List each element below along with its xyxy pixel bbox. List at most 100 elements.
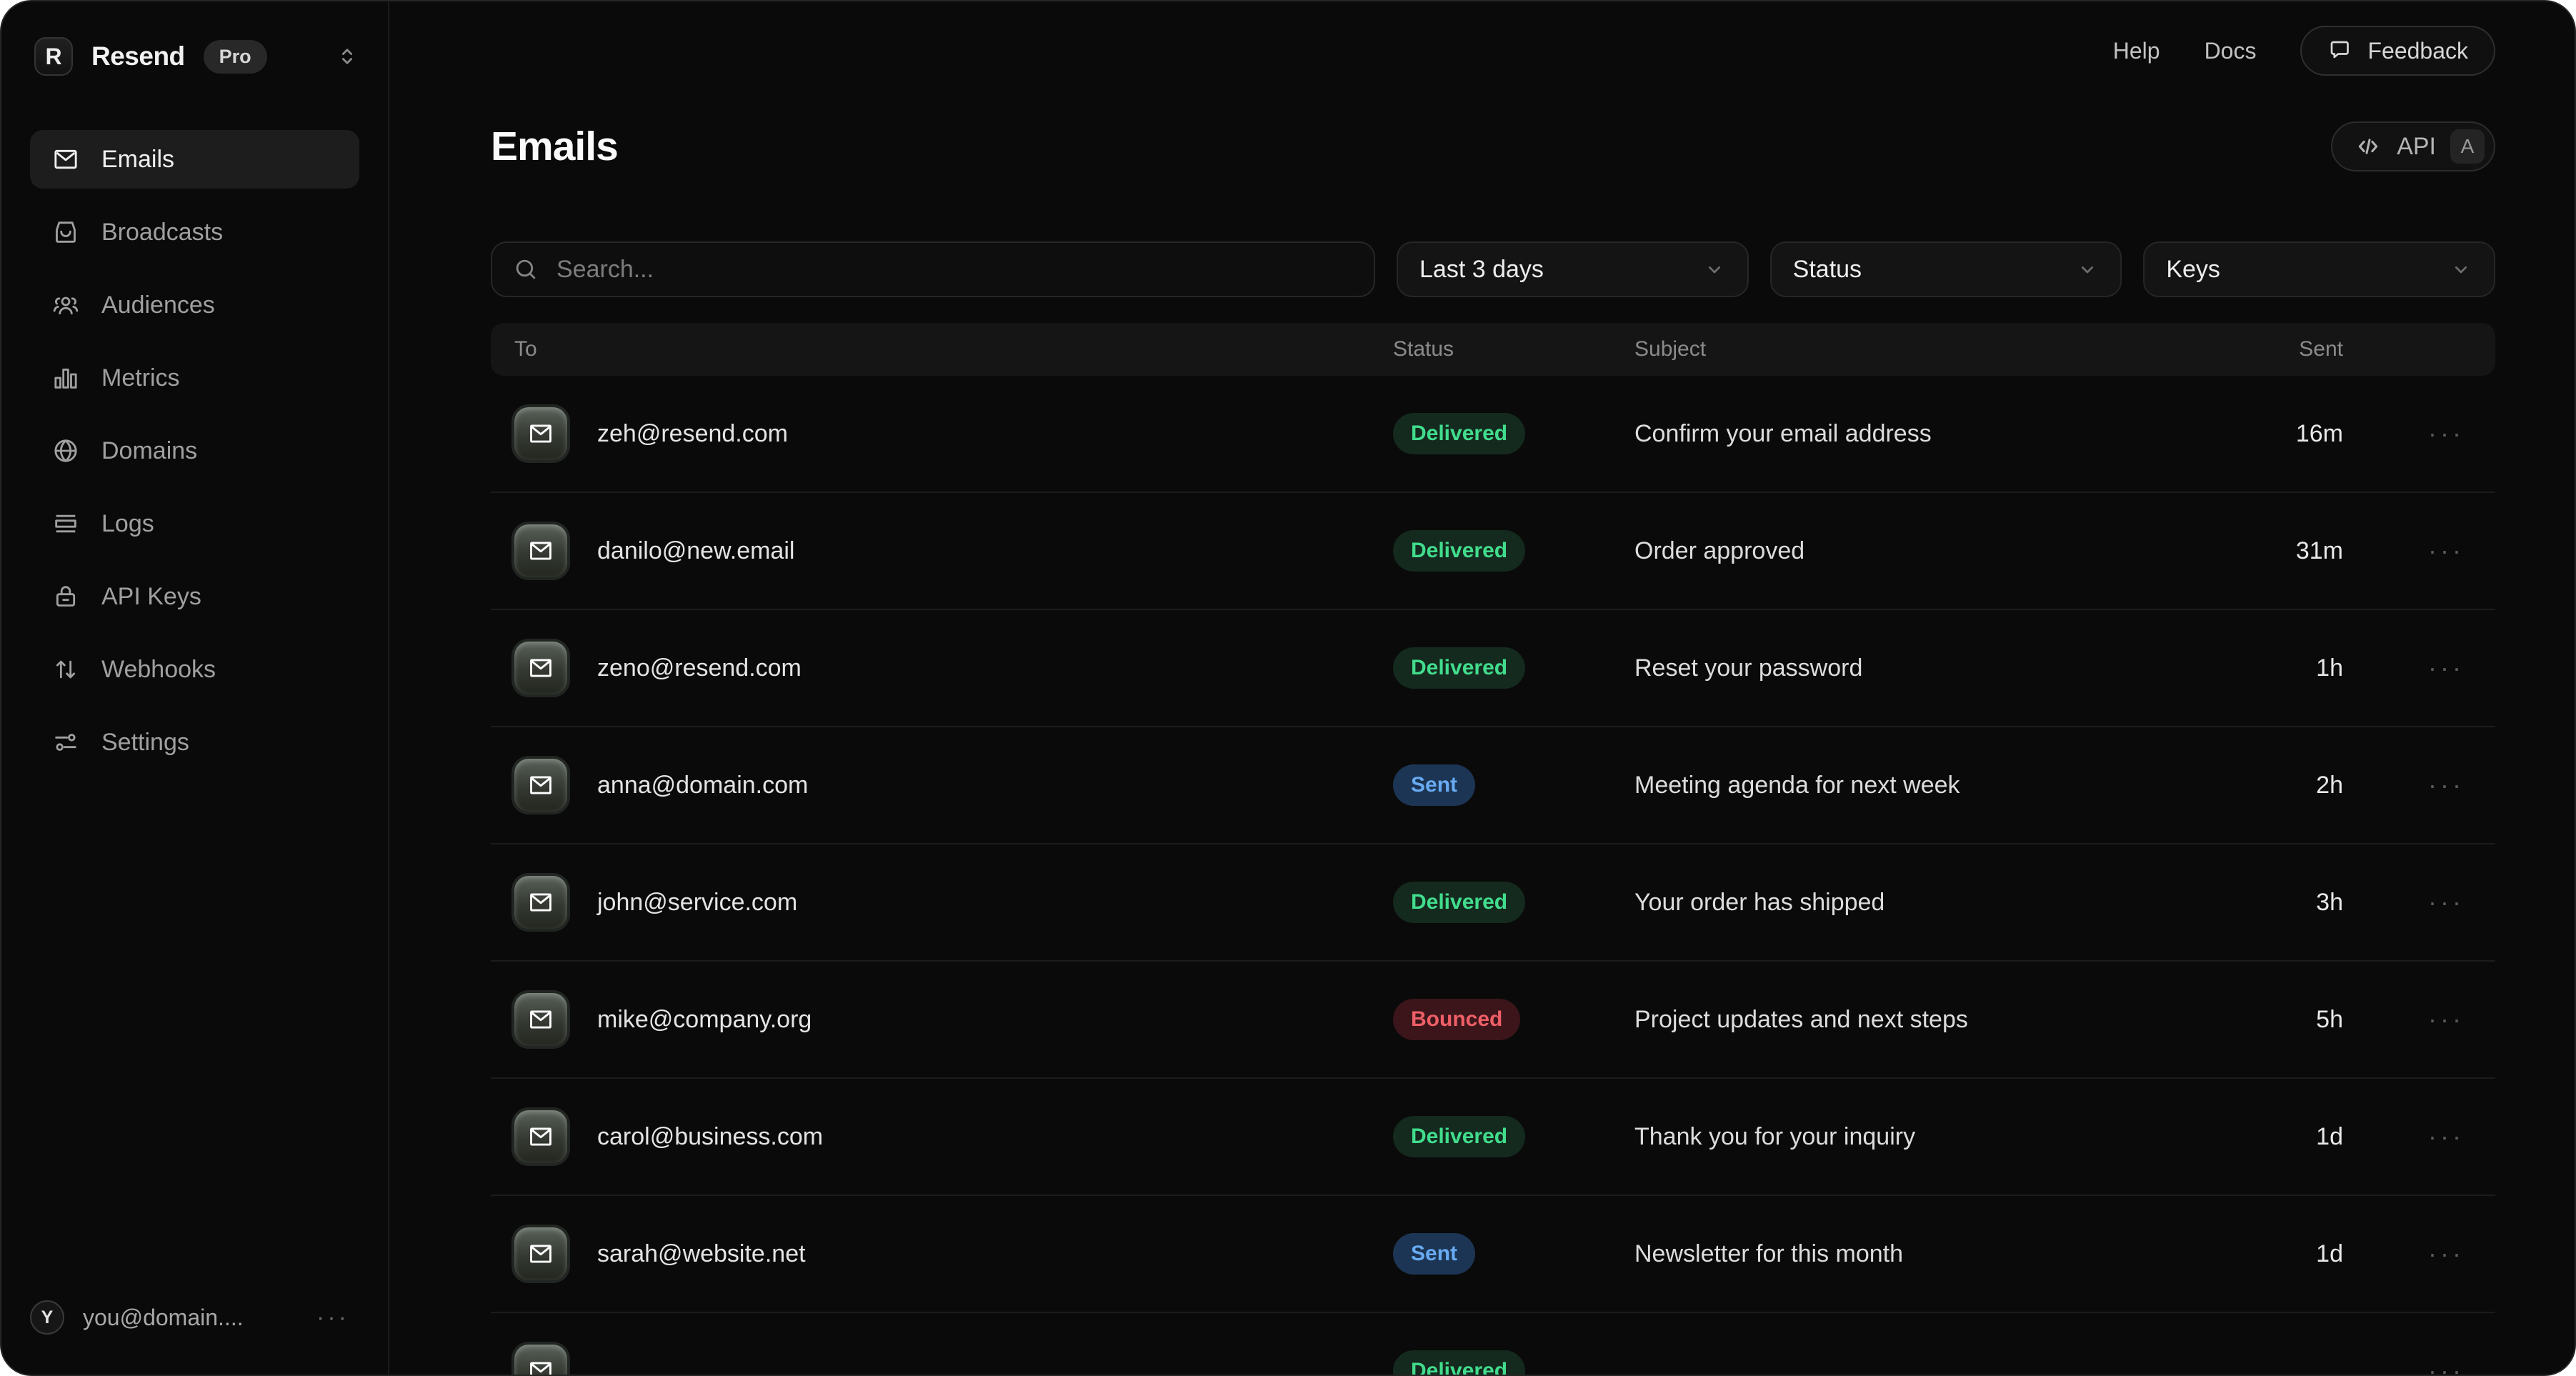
- status-dropdown[interactable]: Status: [1770, 241, 2122, 297]
- sidebar-item-api-keys[interactable]: API Keys: [30, 567, 359, 626]
- column-sent: Sent: [2229, 337, 2343, 362]
- envelope-icon: [514, 1110, 567, 1163]
- chevron-down-icon: [2076, 258, 2099, 281]
- sent-time: 2h: [2229, 772, 2343, 799]
- sidebar-item-broadcasts[interactable]: Broadcasts: [30, 203, 359, 261]
- sent-time: 1d: [2229, 1123, 2343, 1151]
- sidebar-item-label: Broadcasts: [101, 219, 223, 246]
- sent-time: 3h: [2229, 889, 2343, 917]
- status-badge: Delivered: [1393, 530, 1525, 572]
- api-shortcut-badge: A: [2450, 129, 2485, 164]
- column-subject: Subject: [1634, 337, 2229, 362]
- status-badge: Delivered: [1393, 413, 1525, 454]
- status-badge: Delivered: [1393, 647, 1525, 689]
- email-subject: Meeting agenda for next week: [1634, 772, 2229, 799]
- workspace-header: R Resend Pro: [30, 36, 359, 77]
- sidebar-item-emails[interactable]: Emails: [30, 130, 359, 189]
- api-button[interactable]: API A: [2331, 121, 2495, 171]
- row-menu-ellipsis-icon[interactable]: ···: [2428, 1239, 2465, 1268]
- page-head: Emails API A: [491, 121, 2495, 171]
- help-link[interactable]: Help: [2113, 38, 2160, 64]
- table-row[interactable]: john@service.com Delivered Your order ha…: [491, 844, 2495, 962]
- sidebar-item-label: Emails: [101, 146, 174, 174]
- table-header: To Status Subject Sent: [491, 323, 2495, 376]
- row-menu-ellipsis-icon[interactable]: ···: [2428, 770, 2465, 799]
- sidebar-item-audiences[interactable]: Audiences: [30, 276, 359, 334]
- envelope-icon: [514, 524, 567, 577]
- sidebar-item-label: Logs: [101, 510, 154, 538]
- row-menu-ellipsis-icon[interactable]: ···: [2428, 419, 2465, 448]
- bar-chart-icon: [51, 364, 80, 392]
- user-row: Y you@domain.... ···: [30, 1300, 359, 1335]
- recipient-email: anna@domain.com: [597, 772, 808, 799]
- row-menu-ellipsis-icon[interactable]: ···: [2428, 653, 2465, 682]
- sidebar-item-label: Metrics: [101, 364, 180, 392]
- table-row[interactable]: zeh@resend.com Delivered Confirm your em…: [491, 376, 2495, 493]
- status-badge: Delivered: [1393, 882, 1525, 923]
- avatar: Y: [30, 1300, 64, 1335]
- sidebar-item-logs[interactable]: Logs: [30, 494, 359, 553]
- chevron-down-icon: [2450, 258, 2472, 281]
- row-menu-ellipsis-icon[interactable]: ···: [2428, 1122, 2465, 1151]
- date-range-dropdown[interactable]: Last 3 days: [1397, 241, 1749, 297]
- column-to: To: [514, 337, 1393, 362]
- table-row[interactable]: Delivered ···: [491, 1313, 2495, 1376]
- docs-link[interactable]: Docs: [2205, 38, 2257, 64]
- row-menu-ellipsis-icon[interactable]: ···: [2428, 536, 2465, 565]
- recipient-email: sarah@website.net: [597, 1240, 806, 1268]
- status-badge: Bounced: [1393, 999, 1520, 1040]
- sidebar-item-webhooks[interactable]: Webhooks: [30, 640, 359, 699]
- users-icon: [51, 291, 80, 319]
- sidebar-item-domains[interactable]: Domains: [30, 422, 359, 480]
- envelope-icon: [514, 1227, 567, 1280]
- status-value: Status: [1793, 256, 1862, 284]
- envelope-icon: [514, 759, 567, 812]
- email-subject: Newsletter for this month: [1634, 1240, 2229, 1268]
- user-menu-ellipsis-icon[interactable]: ···: [316, 1304, 359, 1332]
- envelope-icon: [514, 876, 567, 929]
- envelope-icon: [514, 642, 567, 694]
- envelope-icon: [514, 407, 567, 460]
- recipient-email: zeh@resend.com: [597, 420, 788, 448]
- status-badge: Sent: [1393, 764, 1475, 806]
- chevrons-up-down-icon[interactable]: [335, 44, 359, 69]
- envelope-icon: [514, 993, 567, 1046]
- keys-value: Keys: [2166, 256, 2220, 284]
- plan-badge: Pro: [204, 40, 267, 74]
- row-menu-ellipsis-icon[interactable]: ···: [2428, 887, 2465, 917]
- search-input[interactable]: [555, 255, 1354, 284]
- feedback-button[interactable]: Feedback: [2300, 26, 2495, 76]
- keys-dropdown[interactable]: Keys: [2143, 241, 2495, 297]
- table-row[interactable]: mike@company.org Bounced Project updates…: [491, 962, 2495, 1079]
- row-menu-ellipsis-icon[interactable]: ···: [2428, 1004, 2465, 1034]
- table-row[interactable]: sarah@website.net Sent Newsletter for th…: [491, 1196, 2495, 1313]
- globe-icon: [51, 437, 80, 465]
- mail-icon: [51, 145, 80, 174]
- sidebar-item-metrics[interactable]: Metrics: [30, 349, 359, 407]
- filters-bar: Last 3 days Status Keys: [491, 241, 2495, 297]
- recipient-email: zeno@resend.com: [597, 654, 802, 682]
- sidebar-item-label: Webhooks: [101, 656, 216, 684]
- sidebar-item-label: Audiences: [101, 291, 215, 319]
- email-subject: Confirm your email address: [1634, 420, 2229, 448]
- search-icon: [512, 256, 539, 283]
- table-row[interactable]: anna@domain.com Sent Meeting agenda for …: [491, 727, 2495, 844]
- table-row[interactable]: carol@business.com Delivered Thank you f…: [491, 1079, 2495, 1196]
- topbar: Help Docs Feedback: [491, 1, 2495, 76]
- table-row[interactable]: zeno@resend.com Delivered Reset your pas…: [491, 610, 2495, 727]
- sidebar-item-label: API Keys: [101, 583, 201, 611]
- sidebar-item-label: Settings: [101, 729, 189, 757]
- app-window: R Resend Pro Emails Broadcasts Audiences…: [0, 0, 2576, 1376]
- row-menu-ellipsis-icon[interactable]: ···: [2428, 1356, 2465, 1376]
- date-range-value: Last 3 days: [1419, 256, 1544, 284]
- table-row[interactable]: danilo@new.email Delivered Order approve…: [491, 493, 2495, 610]
- email-subject: Thank you for your inquiry: [1634, 1123, 2229, 1151]
- email-subject: Project updates and next steps: [1634, 1006, 2229, 1034]
- sent-time: 16m: [2229, 420, 2343, 448]
- code-icon: [2354, 132, 2382, 161]
- chevron-down-icon: [1703, 258, 1726, 281]
- status-badge: Sent: [1393, 1233, 1475, 1275]
- sidebar-item-label: Domains: [101, 437, 197, 465]
- sent-time: 5h: [2229, 1006, 2343, 1034]
- sidebar-item-settings[interactable]: Settings: [30, 713, 359, 772]
